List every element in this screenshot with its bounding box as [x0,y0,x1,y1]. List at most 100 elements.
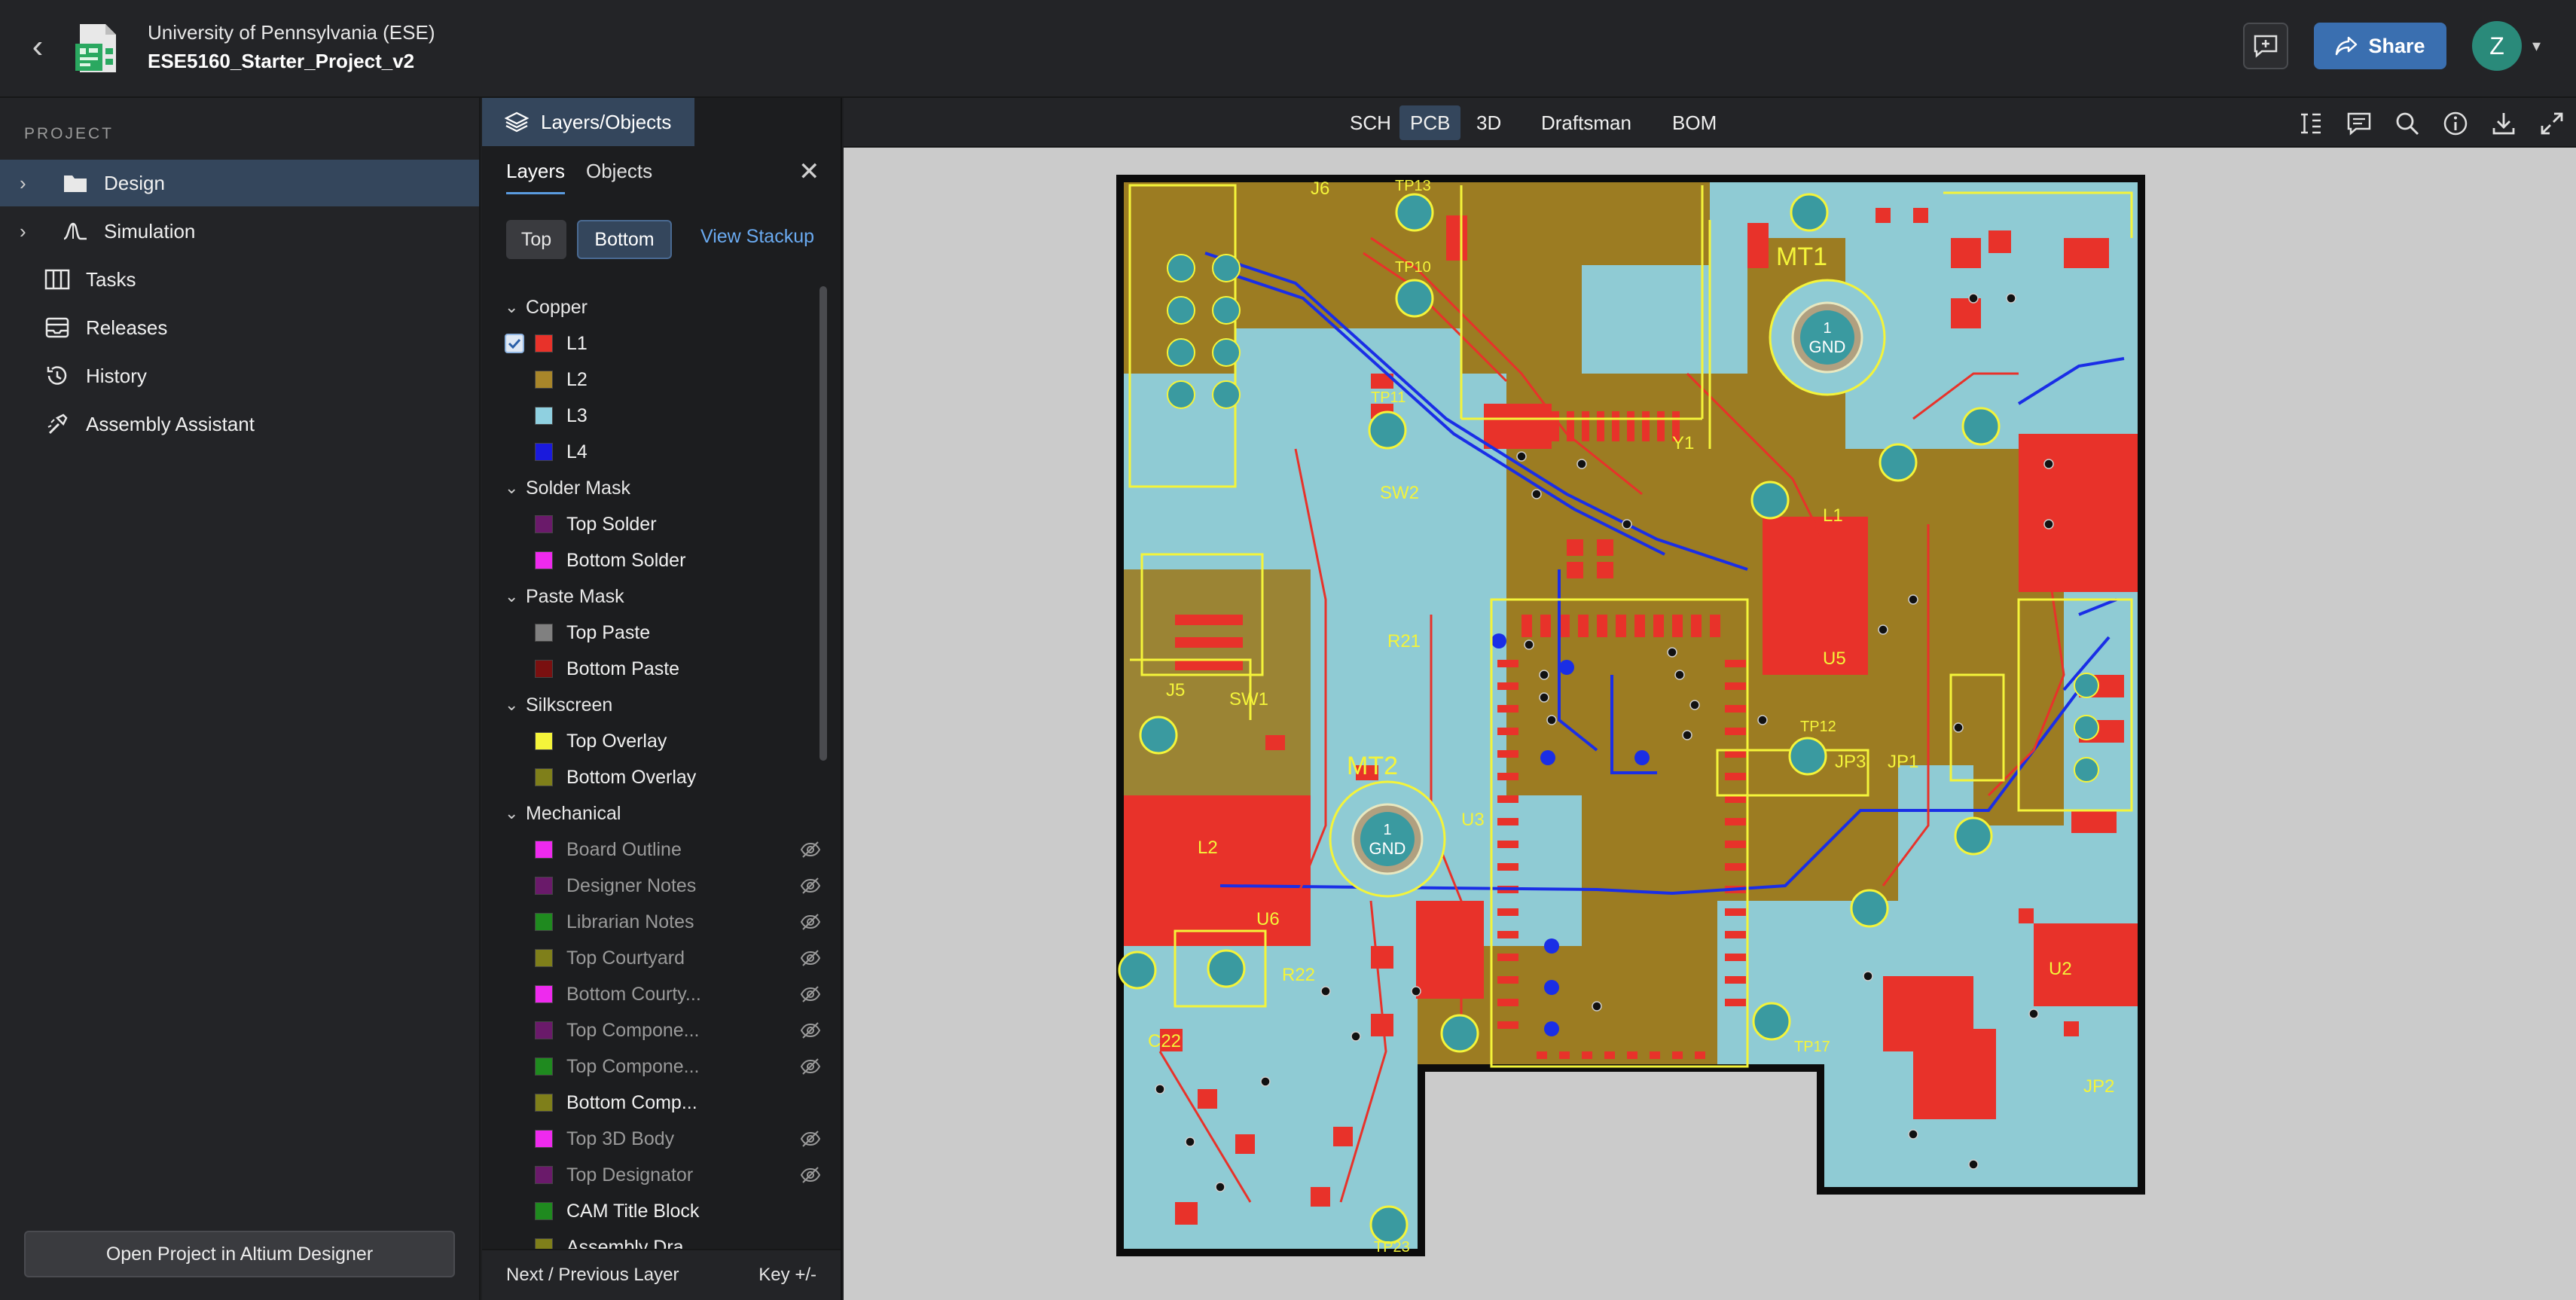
tab-bom[interactable]: BOM [1662,105,1727,140]
bottom-side-button[interactable]: Bottom [577,220,672,259]
comment-button[interactable] [2243,23,2288,69]
u6-label: U6 [1256,909,1280,929]
y1-label: Y1 [1672,433,1694,453]
layer-row[interactable]: Top Courtyard [505,943,821,973]
add-comment-icon [2254,35,2278,58]
layer-group-solder-mask[interactable]: ⌄ Solder Mask [505,473,630,503]
layer-row[interactable]: Top Overlay [505,726,821,756]
layer-group-label: Silkscreen [526,694,613,716]
chevron-right-icon[interactable]: › [20,220,42,243]
layer-checkbox[interactable] [505,334,524,353]
layer-row[interactable]: Assembly Dra... [505,1232,821,1249]
chevron-down-icon[interactable]: ⌄ [505,587,526,606]
layer-row[interactable]: CAM Title Block [505,1196,821,1226]
layer-row[interactable]: L1 [505,328,821,359]
view-toolbar: SCH PCB 3D Draftsman BOM [844,98,2576,148]
releases-icon [42,313,72,343]
mt2-pad-net: GND [1369,839,1406,858]
eye-hidden-icon[interactable] [800,877,821,895]
scrollbar[interactable] [819,286,827,761]
caret-down-icon[interactable]: ▾ [2532,36,2541,56]
sidebar-item-design[interactable]: › Design [0,160,479,206]
layer-name: L1 [566,332,588,354]
chevron-down-icon[interactable]: ⌄ [505,478,526,498]
folder-icon [60,168,90,198]
layer-name: Top Designator [566,1164,694,1186]
tab-layers-objects[interactable]: Layers/Objects [482,98,694,146]
mt1-pad-number: 1 [1823,320,1831,337]
tab-draftsman[interactable]: Draftsman [1531,105,1642,140]
layer-color-swatch [535,1057,553,1076]
search-icon[interactable] [2394,110,2421,137]
layer-row[interactable]: Top Compone... [505,1015,821,1045]
pcb-canvas[interactable]: 1 GND 1 GND MT2 MT1 J6 J5 U3 U2 U5 U6 Y1… [844,148,2576,1300]
open-in-altium-button[interactable]: Open Project in Altium Designer [24,1231,455,1277]
sidebar-item-history[interactable]: History [0,352,479,399]
fullscreen-icon[interactable] [2538,110,2565,137]
eye-hidden-icon[interactable] [800,1057,821,1076]
layer-row[interactable]: Top Solder [505,509,821,539]
layer-group-copper[interactable]: ⌄ Copper [505,292,588,322]
project-sidebar: PROJECT › Design › Simulation Tasks Rele… [0,98,481,1300]
tp10-label: TP10 [1395,259,1431,276]
project-name: ESE5160_Starter_Project_v2 [148,50,415,72]
layers-icon [505,111,529,133]
layer-color-swatch [535,1021,553,1039]
sidebar-item-assembly-assistant[interactable]: Assembly Assistant [0,401,479,447]
tp12-label: TP12 [1800,719,1836,735]
r22-label: R22 [1282,965,1315,985]
eye-hidden-icon[interactable] [800,841,821,859]
layer-row[interactable]: Bottom Paste [505,654,821,684]
layer-row[interactable]: L3 [505,401,821,431]
sidebar-item-releases[interactable]: Releases [0,304,479,351]
eye-hidden-icon[interactable] [800,1166,821,1184]
share-button[interactable]: Share [2314,23,2446,69]
tab-objects[interactable]: Objects [586,160,652,192]
layer-row[interactable]: Board Outline [505,835,821,865]
tab-3d[interactable]: 3D [1466,105,1512,140]
layer-row[interactable]: Top Designator [505,1160,821,1190]
layer-row[interactable]: Bottom Courty... [505,979,821,1009]
layer-row[interactable]: L4 [505,437,821,467]
download-icon[interactable] [2490,110,2517,137]
eye-hidden-icon[interactable] [800,949,821,967]
layer-row[interactable]: Top 3D Body [505,1124,821,1154]
layer-row[interactable]: Bottom Overlay [505,762,821,792]
j5-label: J5 [1166,680,1185,700]
tab-sch[interactable]: SCH [1339,105,1402,140]
info-icon[interactable] [2442,110,2469,137]
pcb-board-view[interactable]: 1 GND 1 GND MT2 MT1 J6 J5 U3 U2 U5 U6 Y1… [844,148,2576,1300]
layer-row[interactable]: Top Paste [505,618,821,648]
eye-hidden-icon[interactable] [800,1021,821,1039]
back-icon[interactable]: ‹ [21,30,54,63]
layer-group-mechanical[interactable]: ⌄ Mechanical [505,798,621,829]
tab-layers[interactable]: Layers [506,160,566,194]
chevron-right-icon[interactable]: › [20,172,42,195]
chevron-down-icon[interactable]: ⌄ [505,804,526,823]
sidebar-item-tasks[interactable]: Tasks [0,256,479,303]
layer-group-paste-mask[interactable]: ⌄ Paste Mask [505,581,624,612]
comments-icon[interactable] [2346,110,2373,137]
sidebar-item-label: Design [104,171,165,194]
layer-group-silkscreen[interactable]: ⌄ Silkscreen [505,690,612,720]
layer-row[interactable]: Librarian Notes [505,907,821,937]
tab-pcb[interactable]: PCB [1399,105,1461,140]
layer-row[interactable]: L2 [505,365,821,395]
close-icon[interactable]: ✕ [798,157,820,187]
eye-hidden-icon[interactable] [800,985,821,1003]
sidebar-item-simulation[interactable]: › Simulation [0,208,479,255]
layout-icon[interactable] [2297,110,2324,137]
user-avatar[interactable]: Z [2472,21,2522,71]
top-side-button[interactable]: Top [506,220,566,259]
chevron-down-icon[interactable]: ⌄ [505,298,526,317]
eye-hidden-icon[interactable] [800,913,821,931]
eye-hidden-icon[interactable] [800,1130,821,1148]
layer-row[interactable]: Designer Notes [505,871,821,901]
u5-label: U5 [1823,648,1846,669]
layer-row[interactable]: Top Compone... [505,1051,821,1082]
chevron-down-icon[interactable]: ⌄ [505,695,526,715]
layer-row[interactable]: Bottom Solder [505,545,821,575]
layer-row[interactable]: Bottom Comp... [505,1088,821,1118]
layer-color-swatch [535,949,553,967]
view-stackup-link[interactable]: View Stackup [700,226,814,248]
